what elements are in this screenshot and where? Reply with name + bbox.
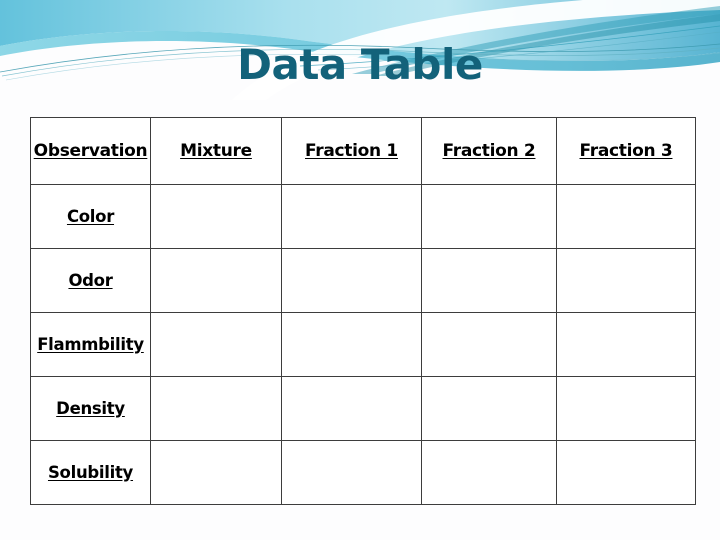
table-row: Color bbox=[30, 184, 696, 249]
column-header-fraction-3: Fraction 3 bbox=[556, 117, 696, 185]
row-label-color: Color bbox=[30, 184, 151, 249]
cell-density-fraction-2[interactable] bbox=[421, 376, 557, 441]
table-row: Density bbox=[30, 376, 696, 441]
table-row: Flammbility bbox=[30, 312, 696, 377]
cell-flammbility-fraction-2[interactable] bbox=[421, 312, 557, 377]
header-label: Fraction 2 bbox=[442, 141, 536, 161]
cell-flammbility-mixture[interactable] bbox=[150, 312, 282, 377]
cell-odor-fraction-3[interactable] bbox=[556, 248, 696, 313]
cell-flammbility-fraction-3[interactable] bbox=[556, 312, 696, 377]
header-label: Observation bbox=[33, 141, 148, 161]
column-header-mixture: Mixture bbox=[150, 117, 282, 185]
cell-solubility-fraction-3[interactable] bbox=[556, 440, 696, 505]
table-row: Solubility bbox=[30, 440, 696, 505]
header-label: Mixture bbox=[180, 141, 252, 161]
row-label: Color bbox=[66, 206, 115, 226]
data-table: Observation Mixture Fraction 1 Fraction … bbox=[30, 117, 696, 505]
slide-title: Data Table bbox=[237, 40, 483, 89]
cell-odor-fraction-1[interactable] bbox=[281, 248, 422, 313]
table-row: Odor bbox=[30, 248, 696, 313]
row-label-solubility: Solubility bbox=[30, 440, 151, 505]
column-header-fraction-2: Fraction 2 bbox=[421, 117, 557, 185]
cell-density-mixture[interactable] bbox=[150, 376, 282, 441]
cell-color-fraction-2[interactable] bbox=[421, 184, 557, 249]
data-table-container: Observation Mixture Fraction 1 Fraction … bbox=[30, 117, 696, 505]
cell-solubility-mixture[interactable] bbox=[150, 440, 282, 505]
row-label: Odor bbox=[68, 270, 113, 290]
cell-color-fraction-1[interactable] bbox=[281, 184, 422, 249]
cell-color-fraction-3[interactable] bbox=[556, 184, 696, 249]
column-header-observation: Observation bbox=[30, 117, 151, 185]
slide-canvas: Data Table Observation Mixture Fraction … bbox=[0, 0, 720, 540]
cell-odor-fraction-2[interactable] bbox=[421, 248, 557, 313]
header-label: Fraction 3 bbox=[579, 141, 673, 161]
row-label: Density bbox=[56, 398, 125, 418]
cell-solubility-fraction-1[interactable] bbox=[281, 440, 422, 505]
header-label: Fraction 1 bbox=[305, 141, 398, 161]
row-label: Flammbility bbox=[37, 334, 144, 354]
row-label-density: Density bbox=[30, 376, 151, 441]
cell-odor-mixture[interactable] bbox=[150, 248, 282, 313]
cell-density-fraction-1[interactable] bbox=[281, 376, 422, 441]
table-header-row: Observation Mixture Fraction 1 Fraction … bbox=[30, 117, 696, 185]
cell-density-fraction-3[interactable] bbox=[556, 376, 696, 441]
cell-color-mixture[interactable] bbox=[150, 184, 282, 249]
column-header-fraction-1: Fraction 1 bbox=[281, 117, 422, 185]
row-label: Solubility bbox=[47, 462, 134, 482]
cell-flammbility-fraction-1[interactable] bbox=[281, 312, 422, 377]
row-label-odor: Odor bbox=[30, 248, 151, 313]
cell-solubility-fraction-2[interactable] bbox=[421, 440, 557, 505]
row-label-flammbility: Flammbility bbox=[30, 312, 151, 377]
